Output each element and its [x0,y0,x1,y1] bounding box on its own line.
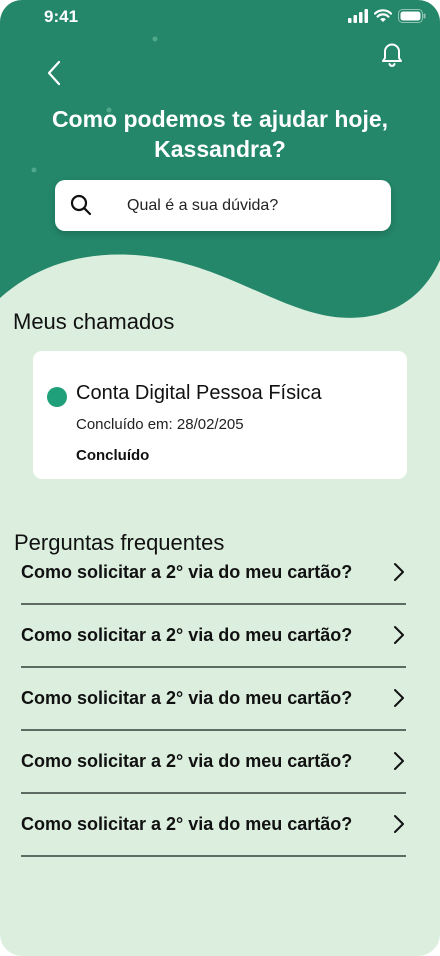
faq-section-title: Perguntas frequentes [14,530,225,555]
signal-icon [348,9,368,23]
faq-question: Como solicitar a 2° via do meu cartão? [21,688,353,708]
wifi-icon [374,9,392,22]
header-background [0,0,440,318]
ticket-title: Conta Digital Pessoa Física [76,382,322,404]
chevron-right-icon [394,752,404,770]
faq-question: Como solicitar a 2° via do meu cartão? [21,751,353,771]
tickets-section-title: Meus chamados [13,309,175,334]
search-input[interactable] [127,180,377,231]
ticket-status: Concluído [76,447,150,464]
status-time: 9:41 [44,7,79,26]
battery-icon [398,9,426,23]
faq-question: Como solicitar a 2° via do meu cartão? [21,814,353,834]
chevron-right-icon [394,626,404,644]
status-icons [348,9,426,23]
status-bar: 9:41 [0,0,440,34]
back-button[interactable] [40,58,68,88]
search-icon [70,194,92,216]
app-screen: 9:41 Como podemos te ajudar hoje, Kassan… [0,0,440,956]
search-bar[interactable] [55,180,391,231]
page-title: Como podemos te ajudar hoje, Kassandra? [51,106,389,162]
faq-item[interactable]: Como solicitar a 2° via do meu cartão? [21,624,406,668]
chevron-right-icon [394,815,404,833]
chevron-right-icon [394,689,404,707]
faq-question: Como solicitar a 2° via do meu cartão? [21,625,353,645]
notifications-button[interactable] [376,38,408,70]
ticket-card[interactable]: Conta Digital Pessoa Física Concluído em… [33,351,407,479]
faq-item[interactable]: Como solicitar a 2° via do meu cartão? [21,750,406,794]
ticket-date: Concluído em: 28/02/205 [76,416,244,433]
ticket-status-dot [47,387,67,407]
chevron-right-icon [394,563,404,581]
bell-icon [382,43,402,67]
faq-item[interactable]: Como solicitar a 2° via do meu cartão? [21,687,406,731]
faq-question: Como solicitar a 2° via do meu cartão? [21,562,353,582]
chevron-left-icon [47,60,61,86]
faq-item[interactable]: Como solicitar a 2° via do meu cartão? [21,813,406,857]
faq-item[interactable]: Como solicitar a 2° via do meu cartão? [21,561,406,605]
